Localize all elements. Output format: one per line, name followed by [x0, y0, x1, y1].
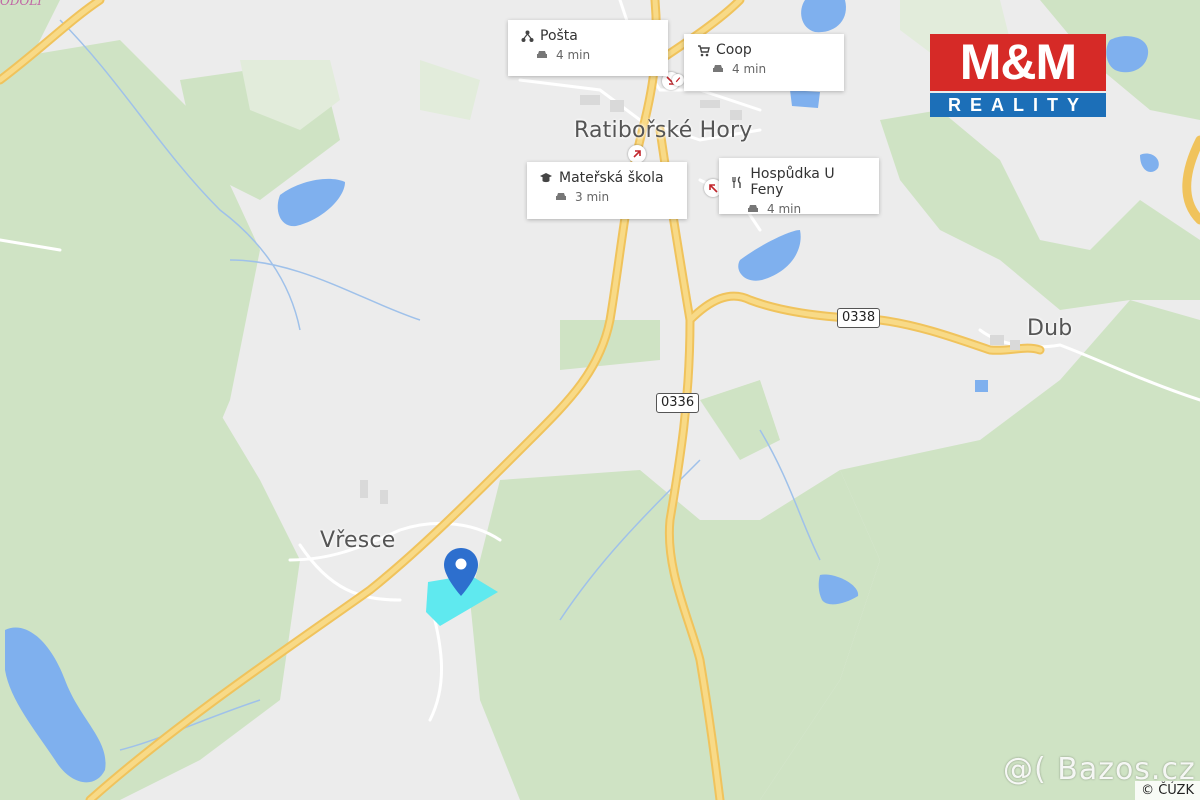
- arrow-icon: [675, 77, 681, 83]
- mm-reality-logo: M&M REALITY: [930, 34, 1106, 117]
- fork-knife-icon: [731, 175, 744, 189]
- poi-card-posta[interactable]: Pošta 4 min: [508, 20, 668, 76]
- car-icon: [555, 192, 567, 202]
- road-shield-0338: 0338: [837, 308, 881, 328]
- town-label-dub: Dub: [1027, 316, 1073, 341]
- town-label-ratiborske-hory: Ratibořské Hory: [574, 118, 753, 143]
- town-label-vresce: Vřesce: [320, 528, 396, 553]
- post-office-icon: [520, 29, 534, 43]
- car-icon: [712, 64, 724, 74]
- map-canvas[interactable]: ODOLÍ Ratibořské Hory Vřesce Dub 0338 03…: [0, 0, 1200, 800]
- poi-name: Hospůdka U Feny: [750, 166, 835, 198]
- poi-card-skola[interactable]: Mateřská škola 3 min: [527, 162, 687, 219]
- poi-travel-time: 4 min: [732, 62, 767, 76]
- poi-travel-time: 4 min: [767, 202, 802, 216]
- arrow-icon: [633, 150, 641, 158]
- logo-top-text: M&M: [930, 34, 1106, 91]
- poi-name: Coop: [716, 42, 752, 58]
- poi-card-hospudka[interactable]: Hospůdka U Feny 4 min: [719, 158, 879, 216]
- road-shield-0336: 0336: [656, 393, 700, 413]
- poi-name: Mateřská škola: [559, 170, 664, 186]
- poi-travel-time: 3 min: [575, 190, 610, 204]
- location-pin-icon[interactable]: [442, 546, 480, 598]
- car-icon: [747, 204, 759, 214]
- poi-marker-coop[interactable]: [672, 74, 684, 86]
- arrow-icon: [709, 184, 718, 193]
- map-corner-fragment: ODOLÍ: [0, 0, 43, 8]
- shopping-cart-icon: [696, 43, 710, 57]
- poi-name: Pošta: [540, 28, 578, 44]
- poi-card-coop[interactable]: Coop 4 min: [684, 34, 844, 91]
- map-attribution: © ČÚZK: [1135, 781, 1200, 800]
- car-icon: [536, 50, 548, 60]
- graduation-cap-icon: [539, 171, 553, 185]
- poi-marker-skola[interactable]: [628, 145, 646, 163]
- poi-travel-time: 4 min: [556, 48, 591, 62]
- logo-bottom-text: REALITY: [930, 93, 1106, 117]
